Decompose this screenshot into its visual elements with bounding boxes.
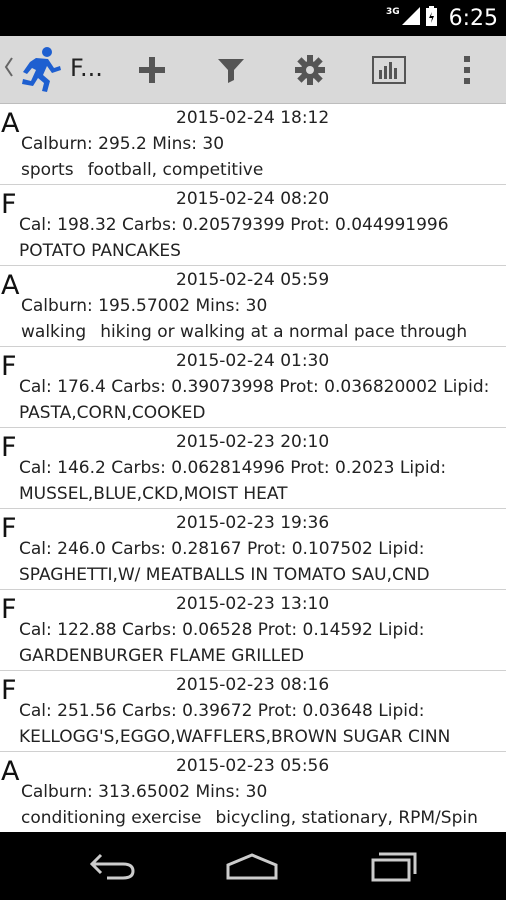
- entry-date: 2015-02-23 08:16: [176, 675, 330, 695]
- add-icon[interactable]: [127, 46, 177, 94]
- app-title: F...: [70, 54, 103, 82]
- entry-summary: Calburn: 195.57002 Mins: 30: [21, 296, 268, 316]
- action-bar: F...: [0, 36, 506, 104]
- home-icon[interactable]: [222, 846, 282, 886]
- navigation-bar: [0, 832, 506, 900]
- entry-type-letter: F: [1, 675, 17, 706]
- list-item[interactable]: A 2015-02-24 18:12 Calburn: 295.2 Mins: …: [0, 104, 506, 185]
- entry-description: KELLOGG'S,EGGO,WAFFLERS,BROWN SUGAR CINN: [19, 727, 451, 747]
- entry-type-letter: F: [1, 189, 17, 220]
- settings-icon[interactable]: [285, 46, 335, 94]
- entry-description: walking hiking or walking at a normal pac…: [21, 322, 467, 342]
- running-man-logo-icon[interactable]: [14, 44, 66, 96]
- list-item[interactable]: F 2015-02-23 20:10 Cal: 146.2 Carbs: 0.0…: [0, 428, 506, 509]
- entry-description: PASTA,CORN,COOKED: [19, 403, 206, 423]
- entry-summary: Cal: 198.32 Carbs: 0.20579399 Prot: 0.04…: [19, 215, 449, 235]
- entry-summary: Cal: 176.4 Carbs: 0.39073998 Prot: 0.036…: [19, 377, 490, 397]
- recent-apps-icon[interactable]: [364, 846, 424, 886]
- entry-type-letter: A: [1, 270, 20, 301]
- entry-type-letter: A: [1, 756, 20, 787]
- entry-date: 2015-02-23 05:56: [176, 756, 330, 776]
- activity-category: conditioning exercise: [21, 808, 202, 828]
- list-item[interactable]: A 2015-02-24 05:59 Calburn: 195.57002 Mi…: [0, 266, 506, 347]
- entry-description: sports football, competitive: [21, 160, 263, 180]
- activity-category: sports: [21, 160, 74, 180]
- back-icon[interactable]: [82, 846, 142, 886]
- entry-type-letter: F: [1, 594, 17, 625]
- list-item[interactable]: F 2015-02-24 01:30 Cal: 176.4 Carbs: 0.3…: [0, 347, 506, 428]
- list-item[interactable]: F 2015-02-23 13:10 Cal: 122.88 Carbs: 0.…: [0, 590, 506, 671]
- entry-date: 2015-02-23 13:10: [176, 594, 330, 614]
- entry-date: 2015-02-24 18:12: [176, 108, 330, 128]
- overflow-menu-icon[interactable]: [442, 46, 492, 94]
- bar-chart-icon[interactable]: [364, 46, 414, 94]
- status-icons: 3G 6:25: [386, 0, 498, 36]
- network-type-label: 3G: [385, 7, 400, 17]
- entry-description: conditioning exercise bicycling, stationa…: [21, 808, 478, 828]
- entry-list: A 2015-02-24 18:12 Calburn: 295.2 Mins: …: [0, 104, 506, 832]
- activity-detail: hiking or walking at a normal pace throu…: [100, 322, 468, 342]
- entry-date: 2015-02-24 05:59: [176, 270, 330, 290]
- entry-description: POTATO PANCAKES: [19, 241, 181, 261]
- status-clock: 6:25: [448, 5, 498, 31]
- entry-type-letter: F: [1, 351, 17, 382]
- list-item[interactable]: F 2015-02-23 08:16 Cal: 251.56 Carbs: 0.…: [0, 671, 506, 752]
- activity-category: walking: [21, 322, 87, 342]
- activity-detail: football, competitive: [87, 160, 264, 180]
- list-item[interactable]: A 2015-02-23 05:56 Calburn: 313.65002 Mi…: [0, 752, 506, 832]
- signal-icon: [401, 7, 420, 29]
- entry-description: MUSSEL,BLUE,CKD,MOIST HEAT: [19, 484, 288, 504]
- entry-type-letter: F: [1, 513, 17, 544]
- activity-detail: bicycling, stationary, RPM/Spin: [215, 808, 478, 828]
- entry-type-letter: F: [1, 432, 17, 463]
- status-bar: 3G 6:25: [0, 0, 506, 36]
- filter-icon[interactable]: [206, 46, 256, 94]
- entry-date: 2015-02-23 19:36: [176, 513, 330, 533]
- list-item[interactable]: F 2015-02-23 19:36 Cal: 246.0 Carbs: 0.2…: [0, 509, 506, 590]
- entry-description: GARDENBURGER FLAME GRILLED: [19, 646, 305, 666]
- entry-date: 2015-02-24 01:30: [176, 351, 330, 371]
- up-caret-icon[interactable]: [4, 56, 14, 82]
- list-item[interactable]: F 2015-02-24 08:20 Cal: 198.32 Carbs: 0.…: [0, 185, 506, 266]
- entry-type-letter: A: [1, 108, 20, 139]
- entry-summary: Calburn: 295.2 Mins: 30: [21, 134, 225, 154]
- entry-date: 2015-02-23 20:10: [176, 432, 330, 452]
- entry-summary: Cal: 246.0 Carbs: 0.28167 Prot: 0.107502…: [19, 539, 425, 559]
- entry-summary: Calburn: 313.65002 Mins: 30: [21, 782, 268, 802]
- entry-summary: Cal: 251.56 Carbs: 0.39672 Prot: 0.03648…: [19, 701, 425, 721]
- entry-date: 2015-02-24 08:20: [176, 189, 330, 209]
- entry-description: SPAGHETTI,W/ MEATBALLS IN TOMATO SAU,CND: [19, 565, 430, 585]
- entry-summary: Cal: 122.88 Carbs: 0.06528 Prot: 0.14592…: [19, 620, 425, 640]
- battery-icon: [425, 6, 437, 30]
- entry-summary: Cal: 146.2 Carbs: 0.062814996 Prot: 0.20…: [19, 458, 447, 478]
